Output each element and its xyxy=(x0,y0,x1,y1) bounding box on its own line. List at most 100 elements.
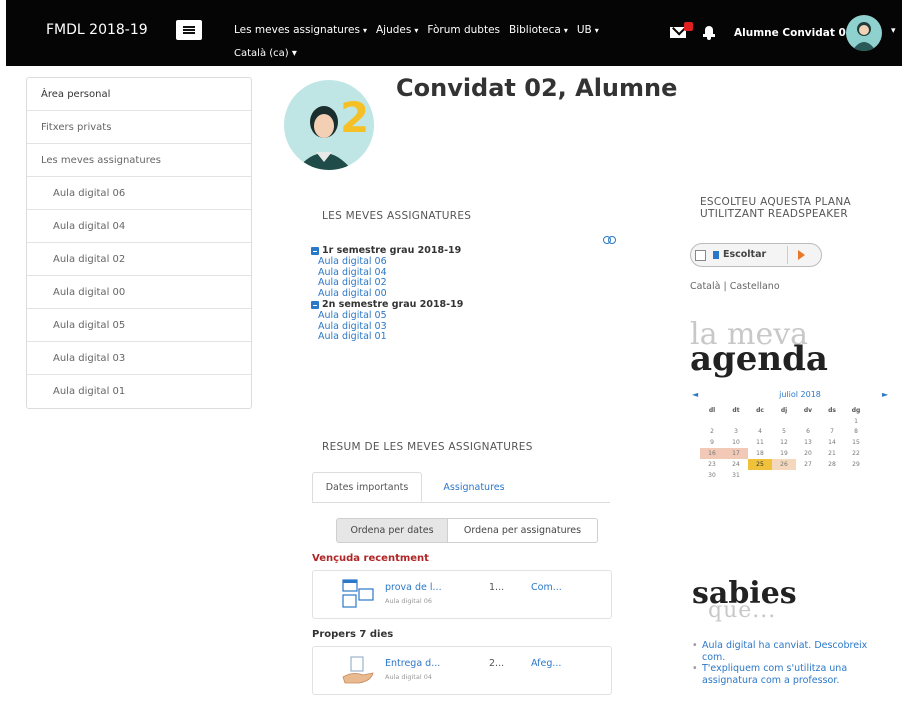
event-title-link[interactable]: Entrega d... xyxy=(385,658,440,669)
sort-by-dates-button[interactable]: Ordena per dates xyxy=(336,518,448,543)
submission-hand-icon xyxy=(342,656,374,684)
event-action-link[interactable]: Afeg... xyxy=(531,658,561,669)
calendar-next-icon[interactable]: ► xyxy=(882,390,888,399)
calendar-day[interactable]: 19 xyxy=(772,448,796,459)
calendar-day[interactable]: 13 xyxy=(796,437,820,448)
sort-by-courses-button[interactable]: Ordena per assignatures xyxy=(448,518,598,543)
calendar-day[interactable]: 9 xyxy=(700,437,724,448)
nav-course-item[interactable]: Aula digital 04 xyxy=(27,210,251,243)
top-navbar: FMDL 2018-19 Les meves assignatures ▾ Aju… xyxy=(6,0,902,66)
mail-badge xyxy=(684,22,693,31)
page-title: Convidat 02, Alumne xyxy=(396,74,678,102)
calendar-empty-cell xyxy=(772,470,796,481)
collapse-minus-icon[interactable] xyxy=(311,301,319,310)
menu-toggle-button[interactable] xyxy=(176,20,202,40)
course-link[interactable]: Aula digital 05 xyxy=(311,310,463,322)
calendar-weekday: dt xyxy=(732,406,740,414)
tab-courses[interactable]: Assignatures xyxy=(432,472,516,502)
nav-course-item[interactable]: Aula digital 01 xyxy=(27,375,251,408)
collapse-minus-icon[interactable] xyxy=(311,247,319,256)
sabies-list: • Aula digital ha canviat. Descobreix com… xyxy=(692,640,888,686)
calendar-day[interactable]: 1 xyxy=(844,416,868,427)
readspeaker-listen-button[interactable]: Escoltar xyxy=(690,243,822,267)
lang-link-es[interactable]: Castellano xyxy=(730,281,780,292)
calendar-day[interactable]: 28 xyxy=(820,459,844,470)
calendar-weekday: ds xyxy=(828,406,836,414)
tab-important-dates[interactable]: Dates importants xyxy=(312,472,422,502)
svg-text:2: 2 xyxy=(340,93,369,142)
calendar-day[interactable]: 26 xyxy=(772,458,796,470)
calendar-day[interactable]: 6 xyxy=(796,427,820,438)
nav-personal-area[interactable]: Àrea personal xyxy=(27,78,251,111)
calendar-day[interactable]: 3 xyxy=(724,427,748,438)
calendar-day[interactable]: 29 xyxy=(844,459,868,470)
nav-item-help[interactable]: Ajudes ▾ xyxy=(376,24,418,36)
navigation-block: Àrea personal Fitxers privats Les meves … xyxy=(26,77,252,409)
listen-label: Escoltar xyxy=(723,249,767,260)
nav-course-item[interactable]: Aula digital 03 xyxy=(27,342,251,375)
calendar-day[interactable]: 22 xyxy=(844,448,868,459)
calendar-day[interactable]: 11 xyxy=(748,437,772,448)
nav-item-forum[interactable]: Fòrum dubtes xyxy=(427,24,500,36)
calendar-month-link[interactable]: juliol 2018 xyxy=(770,390,830,399)
frame-left xyxy=(0,0,6,708)
nav-course-item[interactable]: Aula digital 02 xyxy=(27,243,251,276)
calendar-day[interactable]: 21 xyxy=(820,448,844,459)
collapse-toggle-icon[interactable] xyxy=(603,236,617,244)
calendar-day[interactable]: 10 xyxy=(724,437,748,448)
event-card: prova de l... Aula digital 06 1... Com..… xyxy=(312,570,612,619)
calendar-day[interactable]: 27 xyxy=(796,459,820,470)
my-courses-list: 1r semestre grau 2018-19 Aula digital 06… xyxy=(311,245,463,343)
calendar-empty-cell xyxy=(748,416,772,427)
calendar-day[interactable]: 23 xyxy=(700,459,724,470)
calendar-day[interactable]: 30 xyxy=(700,470,724,481)
calendar-day[interactable]: 12 xyxy=(772,437,796,448)
profile-picture: 2 xyxy=(284,80,374,170)
language-selector[interactable]: Català (ca) ▾ xyxy=(234,48,297,59)
nav-course-item[interactable]: Aula digital 06 xyxy=(27,177,251,210)
calendar-day[interactable]: 7 xyxy=(820,427,844,438)
event-date: 2... xyxy=(489,658,505,669)
event-title-link[interactable]: prova de l... xyxy=(385,582,442,593)
user-avatar[interactable] xyxy=(846,15,882,51)
calendar-day[interactable]: 5 xyxy=(772,427,796,438)
user-menu-chevron-icon[interactable]: ▾ xyxy=(891,26,896,36)
calendar-prev-icon[interactable]: ◄ xyxy=(692,390,698,399)
calendar-day[interactable]: 24 xyxy=(724,459,748,470)
lang-separator: | xyxy=(723,281,727,292)
lang-link-ca[interactable]: Català xyxy=(690,281,720,292)
sabies-link[interactable]: Aula digital ha canviat. Descobreix com. xyxy=(702,640,888,663)
nav-item-my-courses[interactable]: Les meves assignatures ▾ xyxy=(234,24,367,36)
calendar-day[interactable]: 25 xyxy=(748,458,772,470)
calendar-day[interactable]: 20 xyxy=(796,448,820,459)
calendar-day[interactable]: 16 xyxy=(700,448,724,459)
calendar-empty-cell xyxy=(796,470,820,481)
agenda-heading: agenda xyxy=(690,339,828,379)
calendar-day[interactable]: 31 xyxy=(724,470,748,481)
calendar-day[interactable]: 18 xyxy=(748,448,772,459)
calendar-empty-cell xyxy=(820,416,844,427)
nav-course-item[interactable]: Aula digital 05 xyxy=(27,309,251,342)
play-icon[interactable] xyxy=(787,246,816,264)
course-link[interactable]: Aula digital 06 xyxy=(311,256,463,268)
course-link[interactable]: Aula digital 01 xyxy=(311,332,463,343)
calendar-day[interactable]: 8 xyxy=(844,427,868,438)
sabies-link[interactable]: T'expliquem com s'utilitza una assignatu… xyxy=(702,663,888,686)
event-action-link[interactable]: Com... xyxy=(531,582,562,593)
bell-icon[interactable] xyxy=(703,24,715,40)
readspeaker-settings-icon[interactable] xyxy=(695,250,706,261)
calendar-day[interactable]: 2 xyxy=(700,427,724,438)
calendar-day[interactable]: 4 xyxy=(748,427,772,438)
calendar-day[interactable]: 15 xyxy=(844,437,868,448)
nav-my-courses[interactable]: Les meves assignatures xyxy=(27,144,251,177)
nav-private-files[interactable]: Fitxers privats xyxy=(27,111,251,144)
nav-item-library[interactable]: Biblioteca ▾ xyxy=(509,24,568,36)
calendar-empty-cell xyxy=(748,470,772,481)
calendar-grid: dl dt dc dj dv ds dg 1 2 3 4 5 6 7 8 9 10 11 12 13 14 15 16 17 1… xyxy=(700,405,868,481)
nav-item-ub[interactable]: UB ▾ xyxy=(577,24,599,36)
calendar-day[interactable]: 17 xyxy=(724,448,748,459)
site-brand[interactable]: FMDL 2018-19 xyxy=(46,22,148,38)
calendar-day[interactable]: 14 xyxy=(820,437,844,448)
user-menu-name[interactable]: Alumne Convidat 02 xyxy=(734,27,853,39)
nav-course-item[interactable]: Aula digital 00 xyxy=(27,276,251,309)
